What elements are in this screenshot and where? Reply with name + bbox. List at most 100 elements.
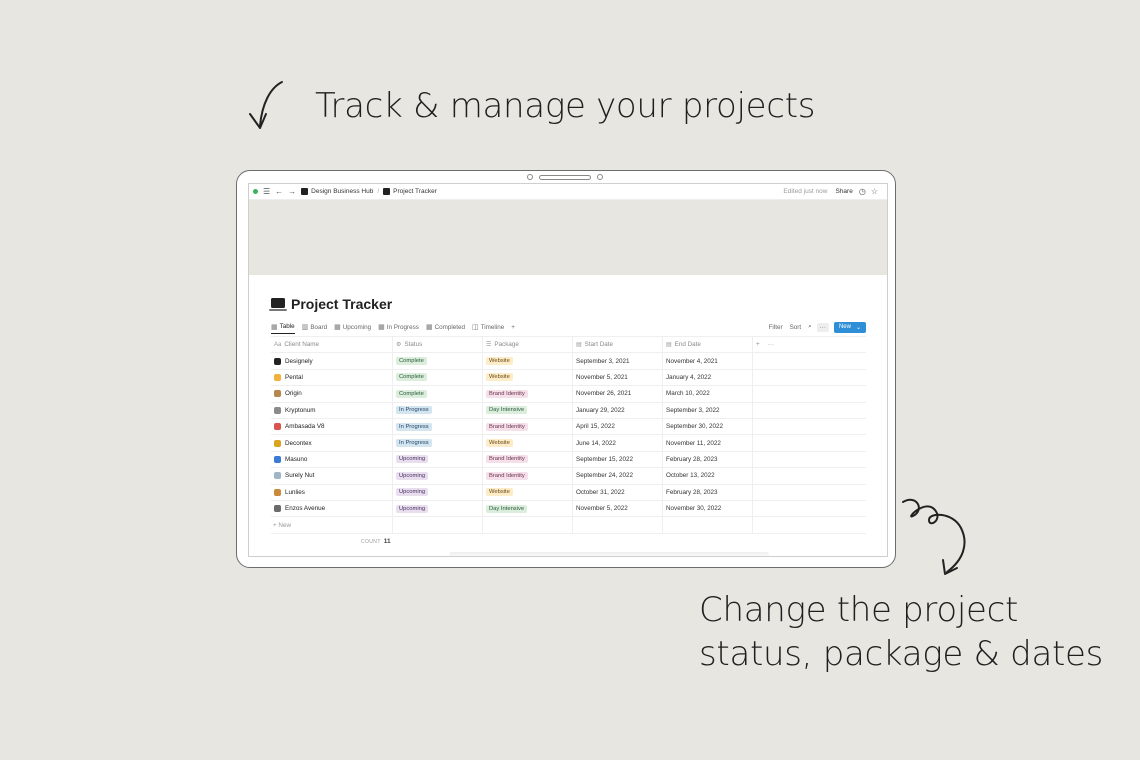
- clock-icon[interactable]: ◷: [859, 187, 866, 196]
- column-start-date[interactable]: ▤ Start Date: [573, 337, 663, 353]
- status-tag: Upcoming: [396, 455, 429, 464]
- table-row[interactable]: Origin Complete Brand Identity November 26,…: [271, 386, 866, 403]
- column-status[interactable]: ⚙ Status: [393, 337, 483, 353]
- tab-upcoming[interactable]: ▦ Upcoming: [334, 320, 371, 334]
- table-row[interactable]: Pental Complete Website November 5, 2021 Jan…: [271, 369, 866, 387]
- column-add[interactable]: + ···: [753, 337, 866, 352]
- status-cell[interactable]: Complete: [393, 369, 483, 386]
- package-cell[interactable]: Brand Identity: [483, 418, 573, 435]
- status-cell[interactable]: In Progress: [393, 402, 483, 418]
- window-dot: [253, 189, 258, 194]
- add-view-button[interactable]: +: [511, 320, 515, 334]
- status-cell[interactable]: Upcoming: [393, 500, 483, 517]
- breadcrumb-workspace[interactable]: Design Business Hub: [311, 188, 373, 195]
- client-name: Kryptonum: [285, 406, 316, 414]
- tab-table[interactable]: ▦ Table: [271, 320, 295, 334]
- start-date-cell[interactable]: November 26, 2021: [573, 386, 663, 402]
- new-row-button[interactable]: + New: [273, 522, 291, 529]
- client-cell[interactable]: Pental: [271, 369, 393, 386]
- end-date-cell[interactable]: March 10, 2022: [663, 386, 753, 402]
- package-tag: Brand Identity: [486, 455, 528, 464]
- package-cell[interactable]: Brand Identity: [483, 386, 573, 402]
- start-date-cell[interactable]: September 15, 2022: [573, 451, 663, 468]
- extra-cell: [753, 468, 866, 483]
- package-cell[interactable]: Website: [483, 353, 573, 369]
- forward-icon[interactable]: →: [288, 187, 296, 196]
- client-name: Decontex: [285, 439, 312, 447]
- curved-arrow-down-icon: [249, 81, 283, 129]
- tab-completed[interactable]: ▦ Completed: [426, 320, 465, 334]
- status-cell[interactable]: In Progress: [393, 418, 483, 435]
- start-date-cell[interactable]: November 5, 2021: [573, 369, 663, 386]
- status-cell[interactable]: Upcoming: [393, 484, 483, 500]
- client-icon: [274, 390, 281, 398]
- tab-in-progress[interactable]: ▦ In Progress: [378, 320, 419, 334]
- start-date-cell[interactable]: January 29, 2022: [573, 402, 663, 418]
- client-cell[interactable]: Decontex: [271, 435, 393, 451]
- start-date-cell[interactable]: April 15, 2022: [573, 418, 663, 435]
- new-button[interactable]: New ⌄: [833, 321, 866, 333]
- end-date-cell[interactable]: January 4, 2022: [663, 369, 753, 386]
- status-cell[interactable]: Complete: [393, 353, 483, 369]
- package-cell[interactable]: Website: [483, 484, 573, 500]
- breadcrumb-page[interactable]: Project Tracker: [393, 188, 437, 195]
- client-cell[interactable]: Surely Nut: [271, 468, 393, 484]
- start-date-cell[interactable]: September 3, 2021: [573, 353, 663, 369]
- package-cell[interactable]: Brand Identity: [483, 468, 573, 484]
- share-button[interactable]: Share: [835, 188, 852, 195]
- end-date-cell[interactable]: November 11, 2022: [663, 435, 753, 451]
- back-icon[interactable]: ←: [275, 187, 283, 196]
- tab-timeline[interactable]: ◫ Timeline: [472, 320, 504, 334]
- table-row[interactable]: Lunlies Upcoming Website October 31, 2022 Fe…: [271, 484, 866, 501]
- start-date-cell[interactable]: September 24, 2022: [573, 468, 663, 484]
- star-icon[interactable]: ☆: [871, 187, 878, 196]
- client-cell[interactable]: Masuno: [271, 451, 393, 468]
- page-title[interactable]: Project Tracker: [291, 296, 392, 312]
- package-cell[interactable]: Brand Identity: [483, 451, 573, 468]
- column-package[interactable]: ☰ Package: [483, 337, 573, 353]
- status-cell[interactable]: In Progress: [393, 435, 483, 451]
- filter-button[interactable]: Filter: [769, 324, 783, 331]
- more-button[interactable]: ···: [816, 322, 829, 332]
- column-client-name[interactable]: Aa Client Name: [271, 337, 393, 353]
- table-row[interactable]: Masuno Upcoming Brand Identity September 15…: [271, 451, 866, 469]
- search-icon[interactable]: ⌕: [808, 323, 812, 331]
- package-tag: Brand Identity: [486, 389, 528, 398]
- table-row[interactable]: Ambasada V8 In Progress Brand Identity Apri…: [271, 418, 866, 436]
- client-cell[interactable]: Origin: [271, 386, 393, 402]
- table-row[interactable]: Kryptonum In Progress Day Intensive January…: [271, 402, 866, 419]
- table-row[interactable]: Enzos Avenue Upcoming Day Intensive Novembe…: [271, 500, 866, 518]
- end-date-cell[interactable]: November 4, 2021: [663, 353, 753, 369]
- start-date-cell[interactable]: November 5, 2022: [573, 500, 663, 517]
- status-cell[interactable]: Upcoming: [393, 468, 483, 484]
- end-date-cell[interactable]: September 3, 2022: [663, 402, 753, 418]
- end-date-cell[interactable]: September 30, 2022: [663, 418, 753, 435]
- column-end-date[interactable]: ▤ End Date: [663, 337, 753, 353]
- package-cell[interactable]: Day Intensive: [483, 500, 573, 517]
- table-row[interactable]: Designely Complete Website September 3, 202…: [271, 353, 866, 370]
- table-row[interactable]: Surely Nut Upcoming Brand Identity Septembe…: [271, 468, 866, 485]
- start-date-cell[interactable]: June 14, 2022: [573, 435, 663, 451]
- sort-button[interactable]: Sort: [790, 324, 802, 331]
- end-date-cell[interactable]: February 28, 2023: [663, 451, 753, 468]
- package-cell[interactable]: Website: [483, 369, 573, 386]
- client-cell[interactable]: Lunlies: [271, 484, 393, 500]
- end-date-cell[interactable]: November 30, 2022: [663, 500, 753, 517]
- client-cell[interactable]: Designely: [271, 353, 393, 369]
- end-date-cell[interactable]: October 13, 2022: [663, 468, 753, 484]
- menu-icon[interactable]: ☰: [263, 187, 270, 196]
- tab-board[interactable]: ▥ Board: [302, 320, 327, 334]
- table-header: Aa Client Name ⚙ Status ☰ Package ▤ Start Da…: [271, 336, 866, 354]
- client-cell[interactable]: Ambasada V8: [271, 418, 393, 435]
- start-date-cell[interactable]: October 31, 2022: [573, 484, 663, 500]
- status-cell[interactable]: Complete: [393, 386, 483, 402]
- client-cell[interactable]: Kryptonum: [271, 402, 393, 418]
- client-cell[interactable]: Enzos Avenue: [271, 500, 393, 517]
- table-icon: ▦: [271, 323, 278, 331]
- table-row[interactable]: Decontex In Progress Website June 14, 2022 N…: [271, 435, 866, 452]
- package-tag: Website: [486, 488, 513, 497]
- package-cell[interactable]: Website: [483, 435, 573, 451]
- status-cell[interactable]: Upcoming: [393, 451, 483, 468]
- package-cell[interactable]: Day Intensive: [483, 402, 573, 418]
- end-date-cell[interactable]: February 28, 2023: [663, 484, 753, 500]
